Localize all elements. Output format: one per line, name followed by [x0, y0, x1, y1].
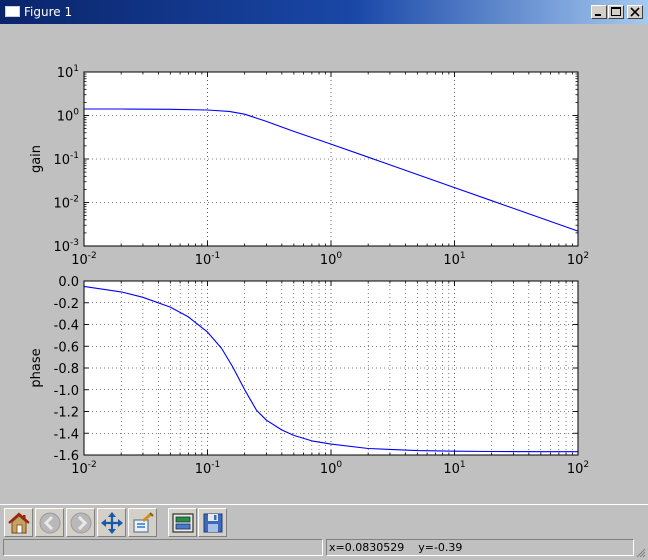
window-icon [5, 6, 20, 17]
y-tick-label: -1.0 [54, 384, 79, 399]
maximize-button[interactable] [608, 5, 624, 19]
home-button[interactable] [4, 508, 33, 537]
close-icon [630, 7, 640, 17]
maximize-icon [611, 7, 621, 16]
y-tick-label: 10-1 [53, 151, 79, 168]
y-readout: y=-0.39 [418, 541, 463, 554]
x-tick-label: 101 [443, 251, 465, 268]
pan-arrows-icon [101, 512, 123, 534]
back-arrow-icon [39, 512, 61, 534]
y-tick-label: -0.4 [54, 319, 79, 334]
pan-button[interactable] [97, 508, 126, 537]
navigation-toolbar [0, 504, 648, 539]
y-tick-label: -0.6 [54, 340, 79, 355]
back-button[interactable] [35, 508, 64, 537]
y-tick-label: 10-2 [53, 195, 79, 212]
y-axis-label: phase [29, 348, 44, 387]
status-message-panel [3, 539, 323, 556]
y-tick-label: 0.0 [58, 275, 79, 290]
x-tick-label: 101 [443, 460, 465, 477]
y-tick-label: 101 [57, 64, 79, 81]
minimize-icon [595, 14, 601, 16]
y-tick-label: -1.6 [54, 449, 79, 464]
status-bar: x=0.0830529 y=-0.39 [0, 538, 648, 560]
forward-arrow-icon [70, 512, 92, 534]
axes-background-2 [84, 281, 578, 455]
y-tick-label: -1.2 [54, 406, 79, 421]
minimize-button[interactable] [591, 5, 607, 19]
x-tick-label: 10-1 [195, 251, 221, 268]
y-axis-label: gain [29, 145, 44, 173]
x-tick-label: 100 [320, 251, 343, 268]
y-tick-label: -1.4 [54, 427, 79, 442]
x-tick-label: 102 [567, 251, 589, 268]
y-tick-label: -0.2 [54, 297, 79, 312]
y-tick-label: 100 [57, 108, 80, 125]
x-tick-label: 10-1 [195, 460, 221, 477]
close-button[interactable] [627, 5, 643, 19]
save-floppy-icon [203, 513, 223, 533]
x-readout: x=0.0830529 [329, 541, 405, 554]
coordinate-readout: x=0.0830529 y=-0.39 [326, 539, 634, 556]
save-button[interactable] [198, 508, 227, 537]
subplots-icon [172, 513, 194, 533]
axes-background-1 [84, 72, 578, 246]
home-icon [8, 512, 30, 534]
x-tick-label: 102 [567, 460, 589, 477]
resize-grip-icon[interactable] [636, 548, 646, 558]
window-title: Figure 1 [24, 5, 73, 19]
forward-button[interactable] [66, 508, 95, 537]
x-tick-label: 100 [320, 460, 343, 477]
y-tick-label: -0.8 [54, 362, 79, 377]
subplots-button[interactable] [168, 508, 197, 537]
figure-canvas[interactable]: 10-2 10-1 100 101 102 10-3 10-2 10-1 100 101 gain 1… [4, 24, 644, 504]
title-bar[interactable]: Figure 1 [0, 0, 648, 24]
zoom-button[interactable] [128, 508, 157, 537]
x-tick-label: 10-2 [71, 251, 97, 268]
figure-window: Figure 1 10-2 10-1 100 101 102 10-3 10-2 10-1 10… [0, 0, 648, 560]
zoom-rect-icon [133, 512, 154, 533]
plot-area: 10-2 10-1 100 101 10210-310-210-1100101gain1… [29, 64, 589, 477]
